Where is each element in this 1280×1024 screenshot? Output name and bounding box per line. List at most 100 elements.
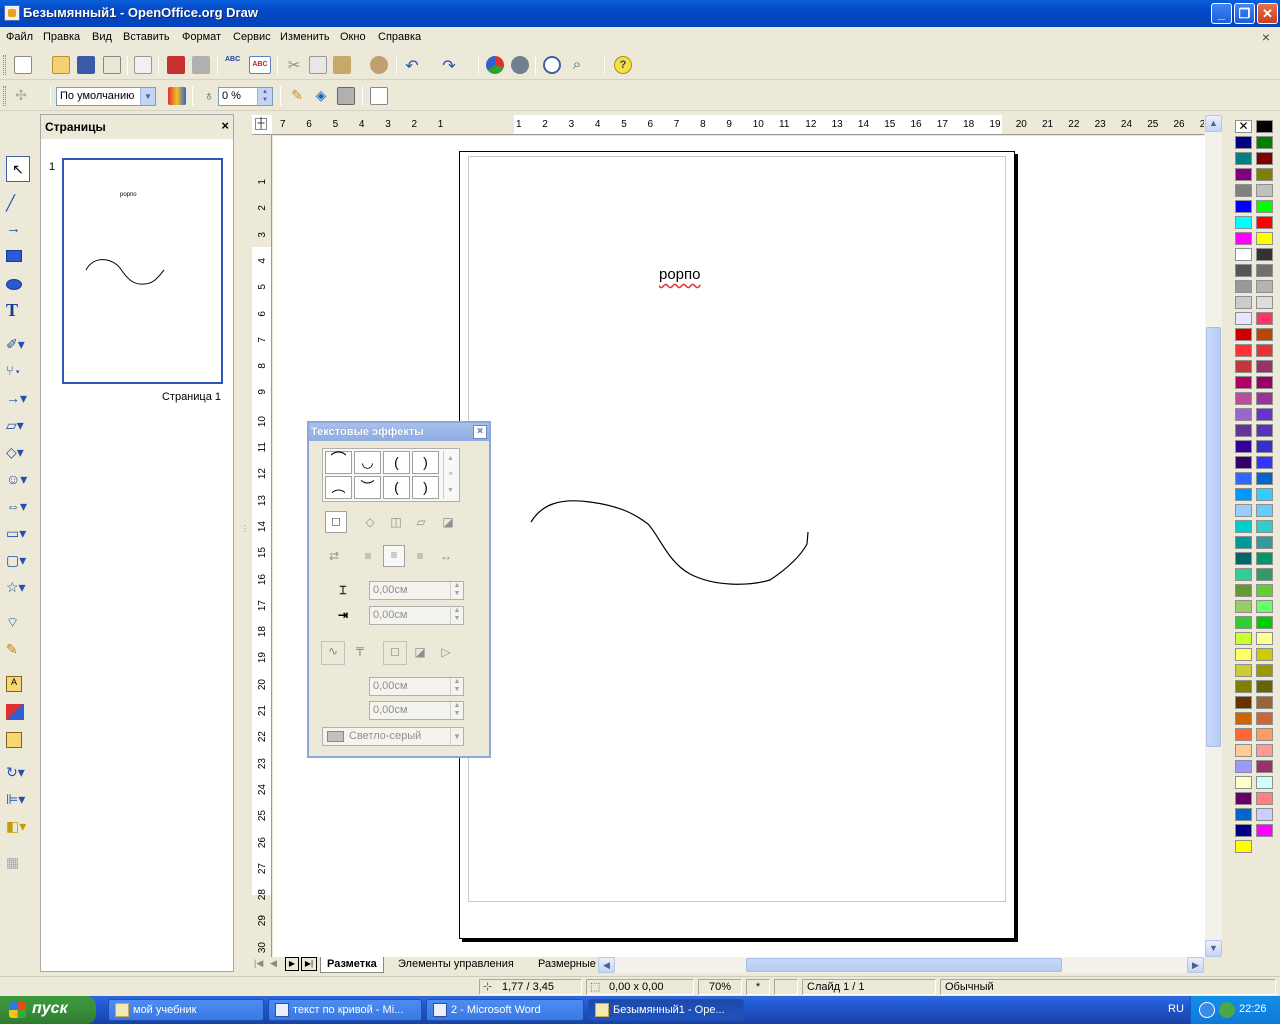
color-swatch[interactable] [1256,824,1273,837]
line-tool-icon[interactable]: ╱ [6,194,28,214]
text-tool-icon[interactable]: T [6,300,28,320]
export-pdf-icon[interactable] [167,56,185,74]
open-arc-up-shape-icon[interactable]: ︵ [325,476,352,499]
color-swatch[interactable] [1235,840,1252,853]
lines-arrows-icon[interactable]: →▾ [6,390,28,410]
color-swatch[interactable] [1256,360,1273,373]
align-center-icon[interactable]: ≡ [383,545,405,567]
rotate-icon[interactable]: ↻▾ [6,764,28,784]
block-arrows-icon[interactable]: ⇔▾ [6,498,28,518]
color-swatch[interactable] [1235,744,1252,757]
maximize-button[interactable]: ❐ [1234,3,1255,24]
drawing-page[interactable]: рорпо [459,151,1015,939]
zoom-icon[interactable]: ⌕ [568,56,586,74]
color-swatch[interactable] [1235,776,1252,789]
rotate-text-icon[interactable]: ◇ [361,513,379,531]
antivirus-icon[interactable] [1219,1002,1235,1018]
tab-controls[interactable]: Элементы управления [392,957,520,973]
undo-icon[interactable]: ↶ [403,56,421,75]
open-arc-left-shape-icon[interactable]: ( [383,476,410,499]
tab-prev-icon[interactable]: ◀ [270,958,277,969]
page-thumbnail[interactable]: рорпо [62,158,223,384]
shadow-color-select[interactable]: Светло-серый ▼ [322,727,464,746]
signature-field[interactable] [774,979,798,995]
help-icon[interactable]: ? [614,56,632,74]
paste-icon[interactable] [333,56,351,74]
color-swatch[interactable] [1256,776,1273,789]
color-swatch[interactable] [1235,312,1252,325]
color-swatch[interactable] [1235,712,1252,725]
menu-window[interactable]: Окно [340,31,366,43]
scroll-right-icon[interactable]: ▶ [1187,957,1204,973]
close-document-icon[interactable]: × [1262,29,1270,45]
email-icon[interactable] [103,56,121,74]
flowchart-icon[interactable]: ▭▾ [6,525,28,545]
color-swatch[interactable] [1235,616,1252,629]
color-swatch[interactable] [1235,152,1252,165]
color-swatch[interactable] [1256,616,1273,629]
spin-updown-icon[interactable]: ▲ ▼ [450,582,463,599]
transparency-field[interactable]: 0 % ▲ ▼ [218,87,273,106]
color-swatch[interactable] [1256,296,1273,309]
color-swatch[interactable] [1256,680,1273,693]
color-swatch[interactable] [1235,568,1252,581]
color-swatch[interactable] [1235,760,1252,773]
color-swatch[interactable] [1256,232,1273,245]
menu-format[interactable]: Формат [182,31,221,43]
open-arc-right-shape-icon[interactable]: ) [412,476,439,499]
color-swatch[interactable] [1256,344,1273,357]
color-swatch[interactable] [1235,184,1252,197]
network-icon[interactable] [1199,1002,1215,1018]
line-icon[interactable]: ✎ [288,87,306,105]
color-swatch[interactable] [1235,536,1252,549]
color-swatch[interactable] [1235,424,1252,437]
glue-points-icon[interactable]: ✎ [6,641,28,661]
spin-updown-icon[interactable]: ▲ ▼ [450,678,463,695]
ellipse-icon[interactable] [6,279,22,290]
color-swatch[interactable] [1256,408,1273,421]
slant-shadow-icon[interactable]: ▷ [437,643,455,661]
cut-icon[interactable]: ✂ [285,56,303,74]
scroll-left-icon[interactable]: ◀ [598,957,615,973]
menu-tools[interactable]: Сервис [233,31,271,43]
color-swatch[interactable] [1235,328,1252,341]
color-swatch[interactable] [1235,600,1252,613]
color-swatch[interactable] [1256,488,1273,501]
scroll-down-icon[interactable]: ▼ [1205,940,1222,957]
color-swatch[interactable] [1235,360,1252,373]
open-folder-icon[interactable] [52,56,70,74]
3d-objects-icon[interactable]: ▱▾ [6,417,28,437]
format-paintbrush-icon[interactable] [370,87,388,105]
color-swatch[interactable] [1235,728,1252,741]
arc-up-shape-icon[interactable]: ⌒ [325,451,352,474]
orientation-icon[interactable]: ⇄ [325,547,343,565]
spellcheck-icon[interactable]: ABC [225,56,243,74]
shadow-icon[interactable] [337,87,355,105]
color-swatch[interactable] [1256,808,1273,821]
color-swatch[interactable] [1235,824,1252,837]
color-swatch[interactable] [1256,584,1273,597]
edit-file-icon[interactable] [134,56,152,74]
color-swatch[interactable] [1256,120,1273,133]
horizontal-scrollbar[interactable]: ◀ ▶ [598,957,1204,973]
align-right-icon[interactable]: ≡ [411,547,429,565]
arc-right-shape-icon[interactable]: ) [412,451,439,474]
color-swatch[interactable] [1256,472,1273,485]
pages-pane-close-icon[interactable]: × [221,118,229,133]
fontwork-icon[interactable]: A [6,676,22,692]
open-arc-down-shape-icon[interactable]: ︶ [354,476,381,499]
symbol-shapes-icon[interactable]: ☺▾ [6,471,28,491]
spin-updown-icon[interactable]: ▲ ▼ [450,702,463,719]
taskbar-item-word-doc[interactable]: текст по кривой - Mi... [268,999,422,1021]
contour-icon[interactable]: ∿ [321,641,345,665]
menu-edit[interactable]: Правка [43,31,80,43]
distance-field[interactable]: 0,00см ▲ ▼ [369,581,464,600]
tab-layout[interactable]: Разметка [320,957,384,973]
points-icon[interactable]: ✣ [12,87,30,105]
alignment-icon[interactable]: ⊫▾ [6,791,28,811]
slant-vertical-icon[interactable]: ◪ [439,513,457,531]
color-swatch[interactable] [1256,312,1273,325]
color-swatch[interactable] [1256,664,1273,677]
tab-stop-icon[interactable]: ┼ [255,118,267,130]
color-swatch[interactable] [1256,280,1273,293]
